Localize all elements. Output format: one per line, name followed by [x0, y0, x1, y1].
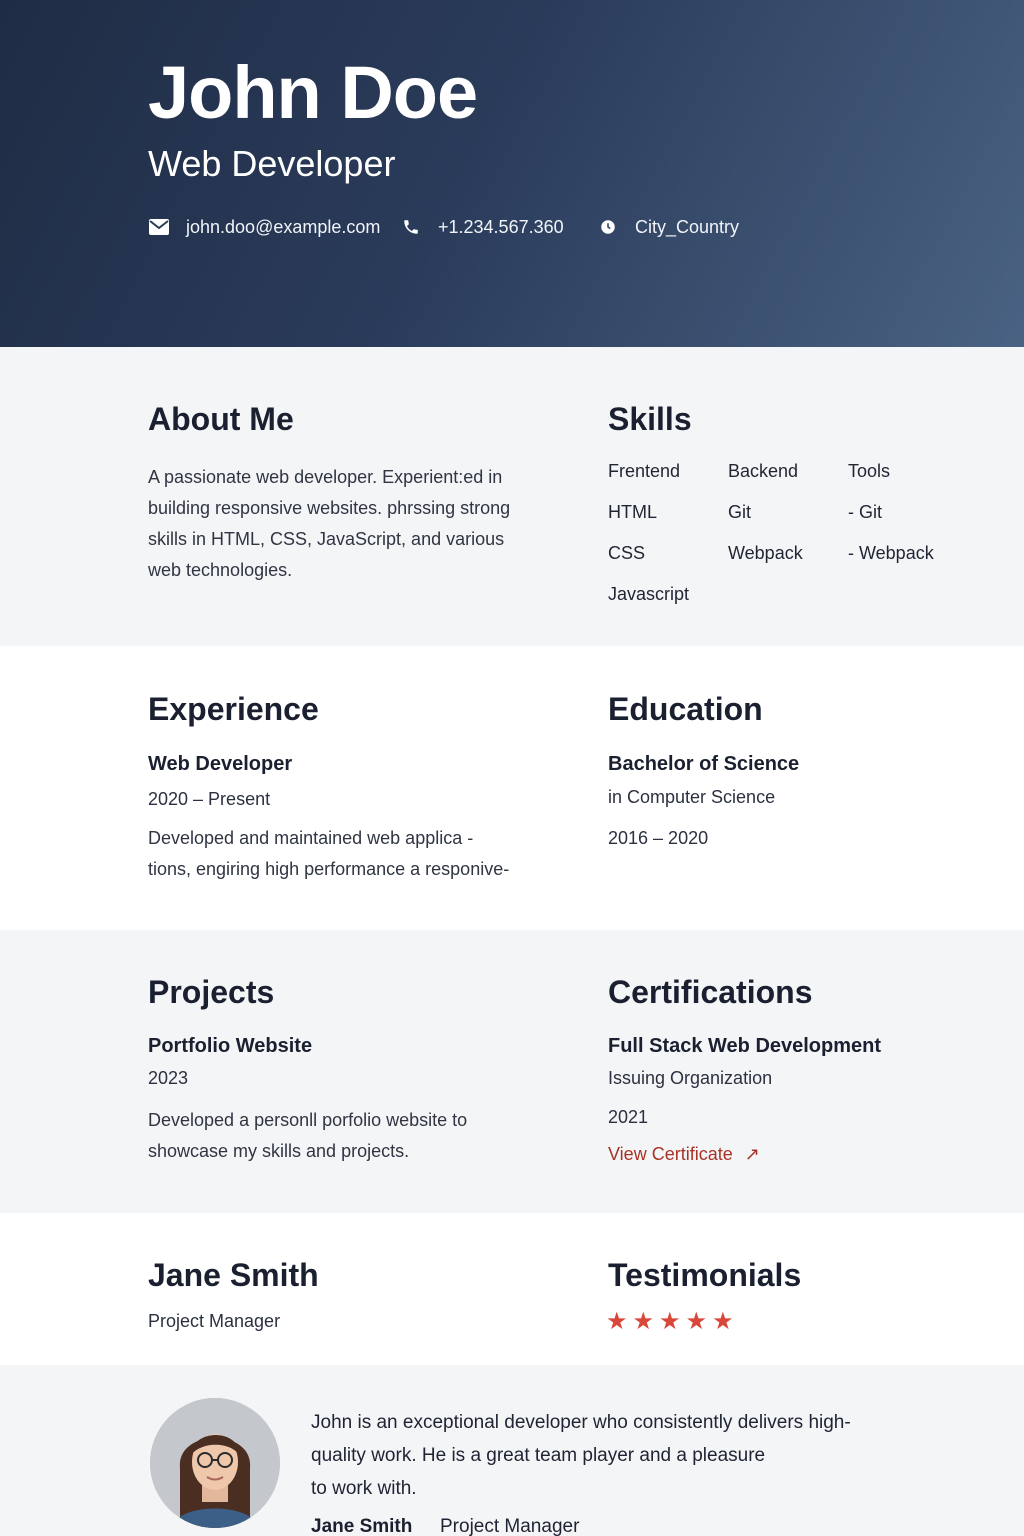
- skills-heading: Skills: [608, 401, 692, 437]
- email-text: john.doo@example.com: [186, 216, 381, 237]
- star-icon: ★: [712, 1308, 734, 1335]
- skill-category: Frentend: [608, 461, 681, 481]
- quote-line: to work with.: [311, 1478, 417, 1499]
- email-link[interactable]: john.doo@example.com: [148, 216, 380, 238]
- education-heading: Education: [608, 691, 763, 727]
- experience-description: Developed and maintained web applica - t…: [148, 823, 509, 885]
- rating-stars: ★ ★ ★ ★ ★: [606, 1310, 734, 1334]
- about-line: web technologies.: [148, 560, 293, 580]
- testimonial-author-role: Project Manager: [440, 1516, 580, 1536]
- project-name: Portfolio Website: [148, 1035, 313, 1057]
- star-icon: ★: [606, 1308, 628, 1335]
- skill-item: [728, 583, 848, 605]
- external-link-icon: ↗: [744, 1144, 760, 1164]
- about-line: A passionate web developer. Experient:ed…: [148, 467, 503, 487]
- skill-category: Tools: [848, 461, 891, 481]
- view-certificate-link[interactable]: View Certificate ↗: [608, 1144, 760, 1165]
- star-icon: ★: [659, 1308, 681, 1335]
- phone-icon: [400, 216, 422, 238]
- project-line: Developed a personll porfolio website to: [148, 1110, 468, 1130]
- certifications-heading: Certifications: [608, 974, 813, 1010]
- testimonials-heading: Testimonials: [608, 1257, 802, 1293]
- reference-name: Jane Smith: [148, 1257, 319, 1293]
- skill-item: HTML: [608, 502, 657, 522]
- experience-heading: Experience: [148, 691, 319, 727]
- experience-line: Developed and maintained web applica -: [148, 828, 474, 848]
- projects-heading: Projects: [148, 974, 275, 1010]
- location-icon: [597, 216, 619, 238]
- testimonial-author-name: Jane Smith: [311, 1516, 413, 1536]
- about-heading: About Me: [148, 401, 294, 437]
- skill-item: Webpack: [728, 543, 803, 563]
- skill-item: Javascript: [608, 584, 690, 604]
- education-field: in Computer Science: [608, 787, 776, 807]
- person-photo: [150, 1398, 280, 1528]
- resume-header: John Doe Web Developer john.doo@example.…: [0, 0, 1024, 347]
- about-line: building responsive websites. phrssing s…: [148, 498, 511, 518]
- phone-text: +1.234.567.360: [438, 216, 564, 237]
- star-icon: ★: [685, 1308, 708, 1335]
- quote-line: John is an exceptional developer who con…: [311, 1412, 851, 1433]
- experience-line: tions, engiring high performance a respo…: [148, 859, 510, 879]
- project-line: showcase my skills and projects.: [148, 1141, 410, 1161]
- location: City_Country: [597, 216, 739, 238]
- quote-line: quality work. He is a great team player …: [311, 1445, 766, 1466]
- skill-category: Backend: [728, 461, 799, 481]
- skill-item: CSS: [608, 543, 646, 563]
- person-title: Web Developer: [148, 143, 396, 184]
- certification-issuer: Issuing Organization: [608, 1068, 773, 1088]
- experience-period: 2020 – Present: [148, 789, 271, 809]
- certification-name: Full Stack Web Development: [608, 1035, 882, 1057]
- experience-role: Web Developer: [148, 753, 293, 775]
- education-period: 2016 – 2020: [608, 828, 709, 848]
- avatar: [150, 1398, 280, 1528]
- project-year: 2023: [148, 1068, 189, 1088]
- location-text: City_Country: [635, 216, 740, 237]
- reference-role: Project Manager: [148, 1311, 281, 1331]
- about-line: skills in HTML, CSS, JavaScript, and var…: [148, 529, 505, 549]
- skill-item: [848, 583, 968, 605]
- skills-grid: Frentend Backend Tools HTML Git - Git CS…: [608, 460, 968, 605]
- skill-item: - Git: [848, 502, 882, 522]
- project-description: Developed a personll porfolio website to…: [148, 1105, 467, 1167]
- phone-link[interactable]: +1.234.567.360: [400, 216, 564, 238]
- education-degree: Bachelor of Science: [608, 753, 800, 775]
- skill-item: Git: [728, 502, 752, 522]
- section-band-experience-education: [0, 646, 1024, 930]
- email-icon: [148, 216, 170, 238]
- testimonial-quote: John is an exceptional developer who con…: [311, 1406, 911, 1505]
- view-certificate-label: View Certificate: [608, 1144, 733, 1164]
- star-icon: ★: [632, 1308, 655, 1335]
- person-name: John Doe: [148, 51, 478, 134]
- skill-item: - Webpack: [848, 543, 934, 563]
- certification-year: 2021: [608, 1107, 649, 1127]
- about-text: A passionate web developer. Experient:ed…: [148, 462, 510, 586]
